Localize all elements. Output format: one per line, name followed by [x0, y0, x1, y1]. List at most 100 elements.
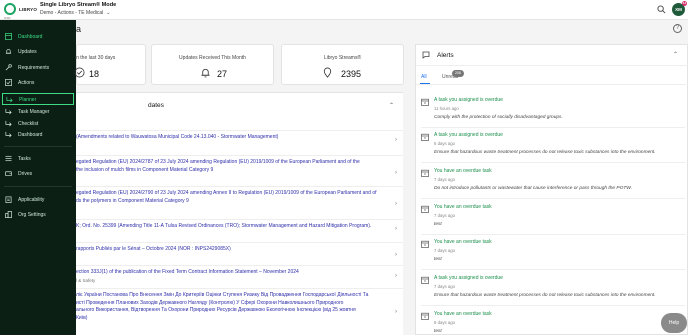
help-button[interactable]: Help	[661, 313, 687, 333]
update-row[interactable]: K; Ord. No. 25399 (Amending Title 11-A T…	[76, 219, 403, 235]
chevron-right-icon: ›	[395, 309, 397, 315]
sidebar-item-requirements[interactable]: Requirements	[0, 62, 76, 74]
sidebar-item-tasks[interactable]: Tasks	[0, 153, 76, 165]
sidebar-divider	[4, 186, 72, 187]
alerts-header: Alerts ⌃	[416, 45, 688, 66]
alert-divider	[421, 305, 685, 306]
sidebar-item-actions[interactable]: Actions	[0, 77, 76, 89]
help-circle-icon[interactable]: ?	[673, 24, 682, 33]
chevron-right-icon: ›	[395, 252, 397, 258]
stat-label: in the last 30 days	[75, 55, 116, 61]
check-circle-icon	[74, 67, 85, 78]
message-icon	[422, 51, 430, 59]
calendar-alert-icon	[421, 276, 429, 284]
stat-card-streams[interactable]: Libryo Streams® 2395	[281, 44, 404, 85]
alert-title: You have an overdue task	[434, 168, 492, 174]
stat-card-tasks[interactable]: in the last 30 days 18	[74, 44, 146, 85]
sidebar-item-task-manager[interactable]: Task Manager	[0, 106, 76, 118]
update-row[interactable]: (Amendments related to Wauwatosa Municip…	[76, 130, 403, 147]
alert-title: You have an overdue task	[434, 311, 492, 317]
sidebar-item-label: Task Manager	[18, 109, 50, 115]
alert-time: 11 hours ago	[434, 106, 459, 111]
update-row[interactable]: egated Regulation (EU) 2024/2790 of 23 J…	[76, 186, 403, 214]
user-avatar[interactable]: XM 14	[672, 1, 687, 16]
alert-body: test	[434, 257, 442, 262]
chevron-up-icon[interactable]: ⌃	[389, 102, 394, 109]
dashboard-icon	[5, 33, 12, 40]
libryo-logo[interactable]: LIBRYO GSR	[4, 3, 38, 20]
update-row[interactable]: ліє України Постанова Про Внесення Змін …	[76, 288, 403, 335]
chevron-up-icon[interactable]: ⌃	[673, 51, 678, 58]
alerts-title: Alerts	[437, 52, 454, 59]
sidebar-item-label: Planner	[19, 97, 37, 103]
chevron-right-icon: ›	[395, 137, 397, 143]
alert-body: Do not introduce pollutants or wastewate…	[434, 186, 632, 191]
bell-icon	[201, 68, 210, 78]
sidebar-item-dashboard[interactable]: Dashboard	[0, 31, 76, 43]
update-title: ліє України Постанова Про Внесення Змін …	[76, 292, 369, 321]
calendar-alert-icon	[421, 240, 429, 248]
alert-body: Comply with the protection of socially d…	[434, 115, 563, 120]
calendar-alert-icon	[421, 205, 429, 213]
tabs-divider	[416, 84, 688, 85]
wrench-icon	[5, 64, 12, 71]
arrow-return-icon	[6, 96, 13, 103]
sidebar-item-drives[interactable]: Drives	[0, 168, 76, 180]
sidebar-item-label: Dashboard	[18, 34, 43, 40]
sidebar-item-updates[interactable]: Updates	[0, 46, 76, 58]
stat-label: Updates Received This Month	[179, 55, 246, 61]
updates-panel: dates ⌃ (Amendments related to Wauwatosa…	[76, 92, 403, 335]
avatar-initials: XM	[675, 7, 682, 12]
search-icon[interactable]	[657, 5, 666, 14]
unread-count-badge: 208	[452, 70, 464, 77]
chevron-right-icon: ›	[395, 273, 397, 279]
alert-time: 7 days ago	[434, 284, 456, 289]
calendar-alert-icon	[421, 98, 429, 106]
update-title: egated Regulation (EU) 2024/2790 of 23 J…	[76, 190, 377, 204]
alert-title: You have an overdue task	[434, 239, 492, 245]
update-title: egated Regulation (EU) 2024/2787 of 23 J…	[76, 159, 360, 173]
notification-badge: 14	[682, 1, 687, 6]
sidebar-item-label: Updates	[18, 49, 37, 55]
sidebar-item-label: Tasks	[18, 156, 31, 162]
list-icon	[5, 155, 12, 162]
sidebar-item-org-settings[interactable]: Org Settings	[0, 209, 76, 221]
sidebar-item-label: Actions	[18, 80, 35, 86]
check-square-icon	[5, 79, 12, 86]
update-title: ection 333J(1) of the publication of the…	[76, 269, 299, 275]
alert-title: A task you assigned is overdue	[434, 275, 503, 281]
sidebar-divider	[4, 146, 72, 147]
alert-title: A task you assigned is overdue	[434, 97, 503, 103]
sidebar-item-label: Applicability	[18, 197, 45, 203]
stream-selector[interactable]: Demo - Actions - TE Medical ⌄	[40, 10, 110, 16]
alert-body: Ensure that hazardous waste treatment pr…	[434, 150, 656, 155]
alert-title: A task you assigned is overdue	[434, 132, 503, 138]
mode-title: Single Libryo Stream® Mode	[40, 2, 117, 8]
sidebar-item-applicability[interactable]: Applicability	[0, 194, 76, 206]
alert-body: test	[434, 329, 442, 334]
update-row[interactable]: ection 333J(1) of the publication of the…	[76, 265, 403, 287]
alert-divider	[421, 198, 685, 199]
sidebar-item-planner[interactable]: Planner	[2, 93, 74, 105]
updates-title: dates	[148, 102, 164, 109]
update-title: (Amendments related to Wauwatosa Municip…	[76, 134, 279, 140]
stat-card-updates[interactable]: Updates Received This Month 27	[151, 44, 274, 85]
alert-time: 8 days ago	[434, 320, 456, 325]
sidebar-item-planner-dashboard[interactable]: Dashboard	[0, 129, 76, 141]
stat-value: 2395	[341, 69, 362, 79]
chevron-right-icon: ›	[395, 170, 397, 176]
update-meta: l & Safety	[76, 278, 96, 283]
sidebar-item-label: Dashboard	[18, 132, 43, 138]
update-row[interactable]: egated Regulation (EU) 2024/2787 of 23 J…	[76, 155, 403, 179]
arrow-return-icon	[5, 131, 12, 138]
update-title: K; Ord. No. 25399 (Amending Title 11-A T…	[76, 223, 372, 229]
chevron-right-icon: ›	[395, 201, 397, 207]
bell-icon	[5, 49, 12, 54]
sidebar-item-label: Org Settings	[18, 212, 46, 218]
tab-all[interactable]: All	[421, 74, 427, 80]
update-row[interactable]: rapports Publiés par le Sénat – Octobre …	[76, 242, 403, 259]
alert-divider	[421, 234, 685, 235]
chevron-right-icon: ›	[395, 226, 397, 232]
sidebar: Dashboard Updates Requirements Actions P…	[0, 20, 76, 335]
alert-time: 6 days ago	[434, 141, 456, 146]
